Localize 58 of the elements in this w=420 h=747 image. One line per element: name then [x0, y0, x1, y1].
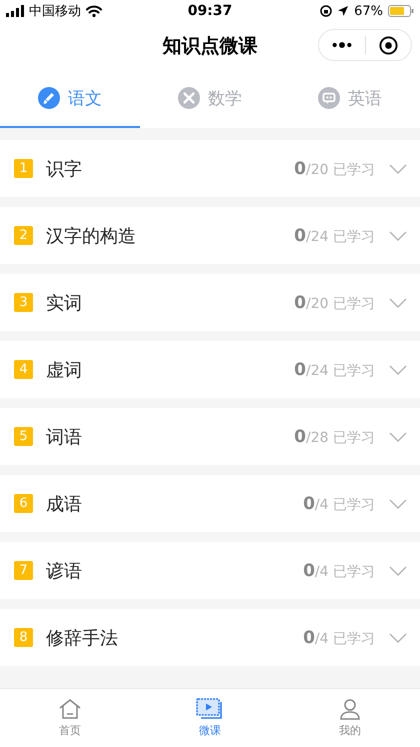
signal-icon: [6, 5, 24, 17]
bottom-tab[interactable]: 我的: [280, 689, 420, 747]
video-icon: [196, 698, 224, 720]
lesson-row[interactable]: 1 识字 0/20 已学习: [0, 140, 420, 197]
progress-text: 0/24 已学习: [294, 226, 375, 246]
progress-text: 0/28 已学习: [294, 426, 375, 446]
number-badge: 6: [14, 494, 33, 513]
number-badge: 4: [14, 360, 33, 379]
brush-icon: [38, 87, 60, 109]
battery-icon: [388, 5, 414, 17]
lesson-row[interactable]: 2 汉字的构造 0/24 已学习: [0, 207, 420, 264]
lesson-title: 实词: [46, 292, 82, 314]
lesson-title: 谚语: [46, 560, 82, 582]
home-icon: [58, 698, 82, 720]
bottom-tab[interactable]: 微课: [140, 689, 280, 747]
number-badge: 8: [14, 628, 33, 647]
progress-text: 0/4 已学习: [303, 494, 375, 514]
lesson-row[interactable]: 4 虚词 0/24 已学习: [0, 341, 420, 398]
number-badge: 1: [14, 159, 33, 178]
progress-text: 0/20 已学习: [294, 292, 375, 312]
chevron-icon[interactable]: [389, 566, 407, 576]
lesson-row[interactable]: 8 修辞手法 0/4 已学习: [0, 609, 420, 666]
number-badge: 7: [14, 561, 33, 580]
bottom-tab[interactable]: 首页: [0, 689, 140, 747]
progress-text: 0/20 已学习: [294, 158, 375, 178]
wifi-icon: [86, 5, 102, 17]
cross-icon: [178, 87, 200, 109]
lesson-row[interactable]: 3 实词 0/20 已学习: [0, 274, 420, 331]
lesson-row[interactable]: 7 谚语 0/4 已学习: [0, 542, 420, 599]
status-time: 09:37: [188, 3, 232, 19]
lesson-title: 修辞手法: [46, 626, 118, 650]
progress-text: 0/4 已学习: [303, 560, 375, 580]
number-badge: 3: [14, 293, 33, 312]
lesson-row[interactable]: 6 成语 0/4 已学习: [0, 475, 420, 532]
number-badge: 5: [14, 427, 33, 446]
battery-percent: 67%: [354, 4, 383, 18]
chevron-icon[interactable]: [389, 432, 407, 442]
progress-text: 0/24 已学习: [294, 360, 375, 380]
chevron-icon[interactable]: [389, 632, 407, 642]
number-badge: 2: [14, 226, 33, 245]
chevron-icon[interactable]: [389, 498, 407, 508]
chevron-icon[interactable]: [389, 364, 407, 374]
location-arrow-icon: [337, 5, 350, 17]
page-title: 知识点微课: [162, 34, 258, 59]
chevron-icon[interactable]: [389, 164, 407, 174]
lesson-title: 汉字的构造: [46, 224, 136, 248]
lesson-title: 词语: [46, 426, 82, 448]
lesson-title: 虚词: [46, 358, 82, 382]
carrier-name: 中国移动: [29, 3, 81, 20]
lesson-title: 识字: [46, 158, 82, 180]
chevron-icon[interactable]: [389, 230, 407, 240]
progress-text: 0/4 已学习: [303, 628, 375, 648]
lesson-title: 成语: [46, 492, 82, 516]
chat-icon: [318, 87, 340, 109]
lesson-row[interactable]: 5 词语 0/28 已学习: [0, 408, 420, 465]
person-icon: [339, 698, 361, 720]
chevron-icon[interactable]: [389, 298, 407, 308]
more-icon[interactable]: [330, 41, 353, 49]
